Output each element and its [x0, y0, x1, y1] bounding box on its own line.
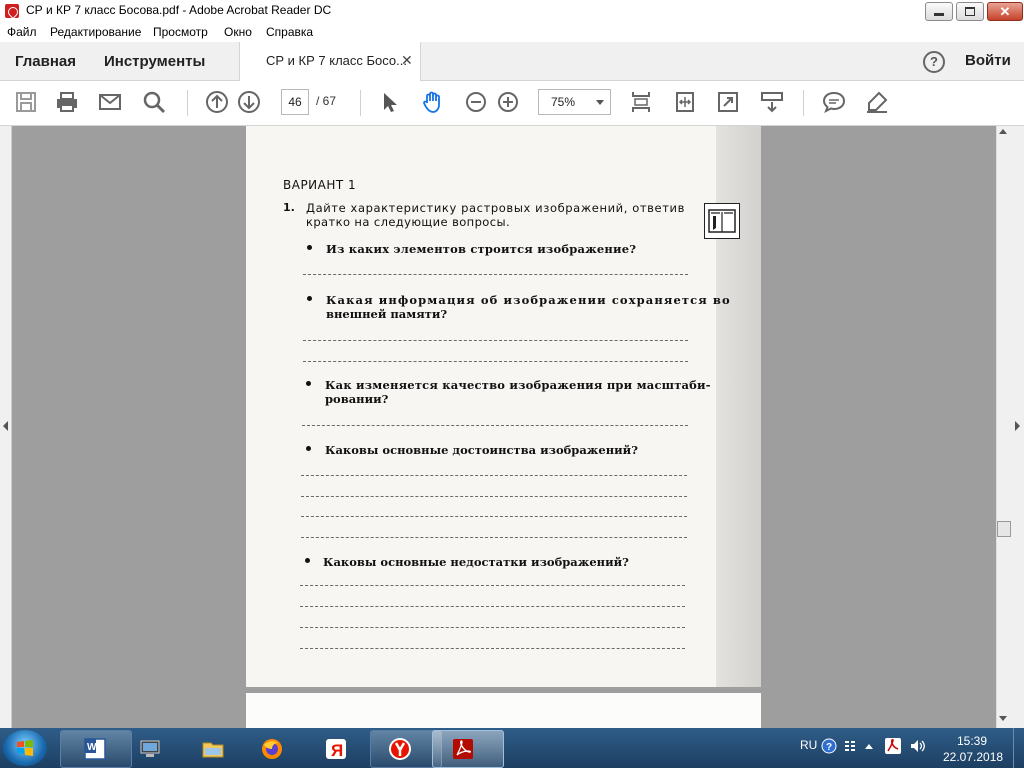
- document-tab-label: СР и КР 7 класс Босо...: [266, 53, 407, 68]
- page-total: / 67: [316, 94, 337, 108]
- bullet: [307, 245, 312, 250]
- bullet: [307, 296, 312, 301]
- acrobat-app-icon: [5, 4, 19, 18]
- yandex-icon: Я: [326, 739, 346, 760]
- question-2-line2: внешней памяти?: [326, 307, 448, 321]
- menu-file[interactable]: Файл: [7, 25, 37, 39]
- close-icon: ✕: [999, 4, 1011, 19]
- folder-icon: [202, 742, 224, 758]
- answer-line: [301, 537, 687, 538]
- toolbar-separator: [187, 90, 188, 116]
- tray-expand-icon[interactable]: [865, 744, 873, 749]
- chevron-left-icon[interactable]: [3, 421, 8, 431]
- tab-home[interactable]: Главная: [15, 53, 76, 70]
- task-number: 1.: [283, 201, 295, 214]
- svg-text:W: W: [87, 742, 97, 753]
- clock-date[interactable]: 22.07.2018: [943, 750, 1003, 764]
- search-icon[interactable]: [142, 90, 166, 114]
- vertical-scrollbar[interactable]: [996, 126, 1012, 728]
- pdf-next-page: [246, 693, 761, 728]
- fullscreen-icon[interactable]: [716, 90, 740, 114]
- firefox-icon: [262, 739, 282, 759]
- chevron-down-icon: [596, 100, 604, 105]
- zoom-out-icon[interactable]: [464, 90, 488, 114]
- windows-logo-icon: [17, 740, 33, 756]
- zoom-value: 75%: [551, 95, 576, 109]
- acrobat-tray-icon[interactable]: [885, 738, 901, 754]
- signin-button[interactable]: Войти: [965, 52, 1011, 69]
- task-text-line2: кратко на следующие вопросы.: [306, 215, 510, 229]
- email-icon[interactable]: [98, 90, 122, 114]
- word-icon: W: [84, 738, 106, 760]
- toolbar-separator: [803, 90, 804, 116]
- answer-line: [300, 648, 685, 649]
- scrollbar-thumb[interactable]: [997, 521, 1011, 537]
- answer-line: [300, 627, 685, 628]
- page-up-icon[interactable]: [205, 90, 229, 114]
- question-4: Каковы основные достоинства изображений?: [325, 443, 638, 457]
- question-2-line1: Какая информация об изображении сохраняе…: [326, 293, 731, 307]
- variant-heading: ВАРИАНТ 1: [283, 178, 357, 192]
- menu-view[interactable]: Просмотр: [153, 25, 208, 39]
- chevron-right-icon[interactable]: [1015, 421, 1020, 431]
- svg-text:?: ?: [826, 742, 832, 753]
- answer-line: [303, 361, 688, 362]
- zoom-in-icon[interactable]: [496, 90, 520, 114]
- keyboard-tray-icon[interactable]: [843, 738, 857, 754]
- comment-icon[interactable]: [822, 90, 846, 114]
- highlight-icon[interactable]: [865, 90, 889, 114]
- help-tray-icon[interactable]: ?: [821, 738, 837, 754]
- window-title: СР и КР 7 класс Босова.pdf - Adobe Acrob…: [26, 3, 332, 17]
- answer-line: [300, 585, 685, 586]
- question-3-line2: ровании?: [325, 392, 389, 406]
- answer-line: [301, 516, 687, 517]
- bullet: [306, 381, 311, 386]
- toolbar-separator: [360, 90, 361, 116]
- yandex-browser-icon: [389, 738, 411, 760]
- clock-time[interactable]: 15:39: [957, 734, 987, 748]
- answer-line: [303, 274, 688, 275]
- svg-text:Я: Я: [331, 741, 343, 760]
- task-text-line1: Дайте характеристику растровых изображен…: [306, 201, 685, 215]
- select-arrow-icon[interactable]: [378, 90, 402, 114]
- answer-line: [300, 606, 685, 607]
- answer-line: [301, 496, 687, 497]
- tab-tools[interactable]: Инструменты: [104, 53, 205, 70]
- hand-icon[interactable]: [421, 90, 445, 114]
- show-desktop-button[interactable]: [1013, 728, 1024, 768]
- workbook-icon: [704, 203, 740, 239]
- question-5: Каковы основные недостатки изображений?: [323, 555, 629, 569]
- save-icon[interactable]: [14, 90, 38, 114]
- help-icon[interactable]: ?: [923, 51, 945, 73]
- tab-document[interactable]: СР и КР 7 класс Босо... ✕: [239, 42, 421, 81]
- menu-help[interactable]: Справка: [266, 25, 313, 39]
- scroll-mode-icon[interactable]: [760, 90, 784, 114]
- question-1: Из каких элементов строится изображение?: [326, 242, 637, 256]
- volume-icon[interactable]: [909, 738, 927, 754]
- fit-width-icon[interactable]: [673, 90, 697, 114]
- fit-page-icon[interactable]: [629, 90, 653, 114]
- page-down-icon[interactable]: [237, 90, 261, 114]
- maximize-button[interactable]: [956, 2, 984, 21]
- tab-close-icon[interactable]: ✕: [401, 52, 413, 69]
- question-3-line1: Как изменяется качество изображения при …: [325, 378, 711, 392]
- minimize-button[interactable]: [925, 2, 953, 21]
- print-icon[interactable]: [55, 90, 79, 114]
- menu-edit[interactable]: Редактирование: [50, 25, 141, 39]
- answer-line: [301, 475, 687, 476]
- close-button[interactable]: ✕: [987, 2, 1023, 21]
- answer-line: [302, 425, 688, 426]
- menu-window[interactable]: Окно: [224, 25, 252, 39]
- answer-line: [303, 340, 688, 341]
- bullet: [306, 446, 311, 451]
- computer-icon: [140, 740, 160, 757]
- zoom-select[interactable]: 75%: [538, 89, 611, 115]
- scroll-up-icon[interactable]: [999, 129, 1007, 134]
- language-indicator[interactable]: RU: [800, 738, 817, 752]
- bullet: [305, 558, 310, 563]
- scroll-down-icon[interactable]: [999, 716, 1007, 721]
- page-number-input[interactable]: 46: [281, 89, 309, 115]
- acrobat-icon: [453, 739, 473, 759]
